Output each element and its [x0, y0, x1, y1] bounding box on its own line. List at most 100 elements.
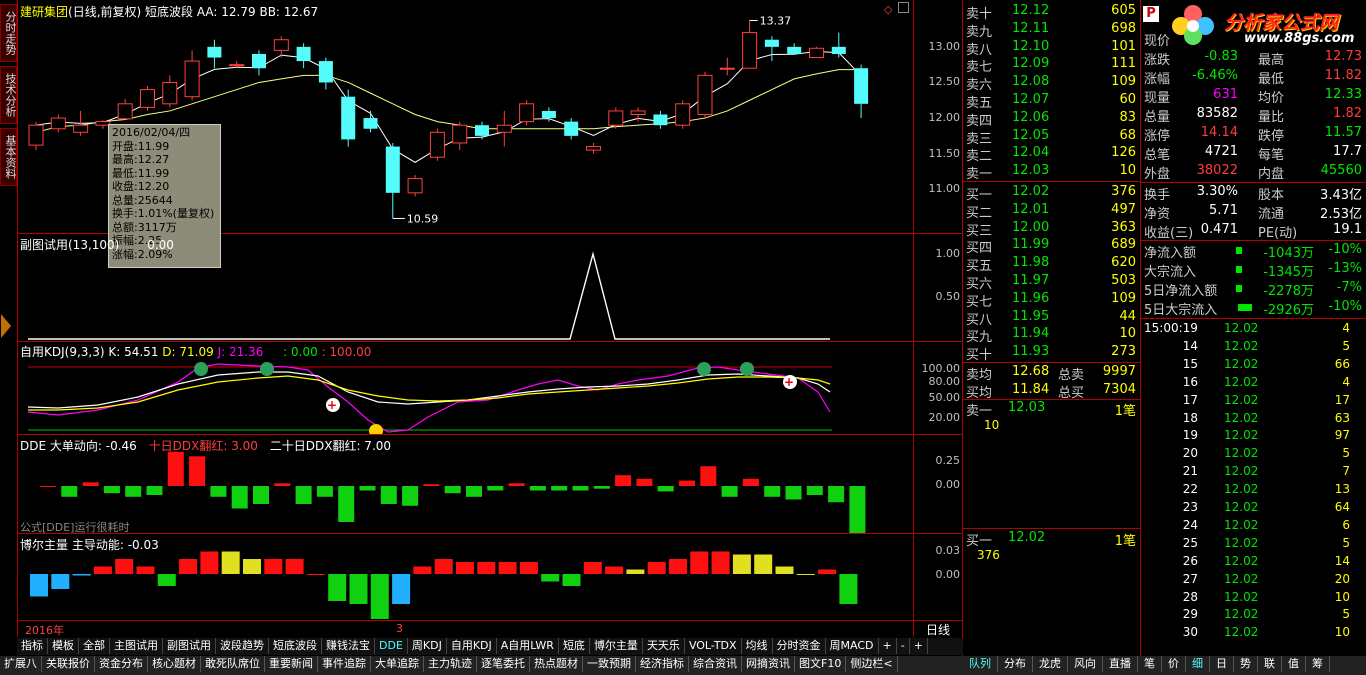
right-tab[interactable]: 细: [1186, 656, 1210, 672]
period-label[interactable]: 日线: [926, 621, 950, 638]
info-tab[interactable]: 主力轨迹: [424, 656, 477, 672]
buy-level-row[interactable]: 买六 11.97 503: [966, 273, 1140, 292]
side-tab-2[interactable]: 基本资料: [0, 128, 17, 186]
sell-level-row[interactable]: 卖七 12.09 111: [966, 56, 1140, 75]
p-icon[interactable]: P: [1143, 6, 1159, 22]
info-tab[interactable]: 综合资讯: [689, 656, 742, 672]
dde-bar: [487, 486, 504, 491]
sell-level-row[interactable]: 卖五 12.07 60: [966, 92, 1140, 111]
indicator-tab[interactable]: 周MACD: [825, 638, 879, 654]
right-tab[interactable]: 价: [1162, 656, 1186, 672]
tab-scroll-button[interactable]: +: [909, 638, 928, 654]
right-tab[interactable]: 筹: [1306, 656, 1330, 672]
buy-level-row[interactable]: 买九 11.94 10: [966, 326, 1140, 345]
sell-level-row[interactable]: 卖九 12.11 698: [966, 21, 1140, 40]
info-tab[interactable]: 敢死队席位: [201, 656, 265, 672]
dde-bar: [529, 486, 546, 491]
indicator-tab[interactable]: 全部: [79, 638, 110, 654]
dde-bar: [316, 486, 333, 497]
buy-level-row[interactable]: 买八 11.95 44: [966, 309, 1140, 328]
indicator-tab[interactable]: 分时资金: [772, 638, 826, 654]
sell-level-row[interactable]: 卖一 12.03 10: [966, 163, 1140, 182]
buy-level-row[interactable]: 买十 11.93 273: [966, 344, 1140, 363]
indicator-tab[interactable]: 模板: [48, 638, 79, 654]
info-tab[interactable]: 大单追踪: [371, 656, 424, 672]
dde-bar: [295, 486, 312, 504]
sell-level-row[interactable]: 卖二 12.04 126: [966, 145, 1140, 164]
maximize-icon[interactable]: [898, 2, 909, 13]
candle-body: [184, 60, 200, 98]
buy-queue-row[interactable]: 买一 12.02 1笔: [966, 530, 1140, 549]
boer-bar: [306, 574, 325, 575]
side-tab-0[interactable]: 分时走势: [0, 4, 17, 62]
right-tab[interactable]: 直播: [1103, 656, 1138, 672]
indicator-tab[interactable]: 短底: [558, 638, 590, 654]
indicator-tab[interactable]: 博尔主量: [589, 638, 643, 654]
indicator-tab[interactable]: 天天乐: [642, 638, 685, 654]
indicator-tab[interactable]: A自用LWR: [496, 638, 559, 654]
info-tab[interactable]: 热点题材: [530, 656, 583, 672]
indicator-tab[interactable]: 赚钱法宝: [322, 638, 375, 654]
buy-level-row[interactable]: 买五 11.98 620: [966, 255, 1140, 274]
right-tab[interactable]: 分布: [998, 656, 1033, 672]
right-tab[interactable]: 风向: [1068, 656, 1103, 672]
info-tab[interactable]: 重要新闻: [265, 656, 318, 672]
stat-row: 外盘 38022 内盘 45560: [1144, 163, 1362, 182]
indicator-tab[interactable]: 指标: [17, 638, 48, 654]
sell-level-row[interactable]: 卖四 12.06 83: [966, 110, 1140, 129]
info-tab[interactable]: 逐笔委托: [477, 656, 530, 672]
buy-level-row[interactable]: 买二 12.01 497: [966, 202, 1140, 221]
tab-scroll-button[interactable]: -: [896, 638, 910, 654]
sell-level-row[interactable]: 卖六 12.08 109: [966, 74, 1140, 93]
sell-level-row[interactable]: 卖十 12.12 605: [966, 3, 1140, 22]
collapse-arrow-icon[interactable]: [1, 314, 11, 338]
info-tab[interactable]: 扩展八: [0, 656, 42, 672]
buy-level-row[interactable]: 买四 11.99 689: [966, 237, 1140, 256]
right-tab[interactable]: 队列: [963, 656, 998, 672]
indicator-tab[interactable]: 自用KDJ: [446, 638, 497, 654]
info-tab[interactable]: 核心题材: [148, 656, 201, 672]
candle-body: [475, 125, 489, 136]
indicator-tab[interactable]: 周KDJ: [407, 638, 447, 654]
indicator-tab[interactable]: 短底波段: [269, 638, 322, 654]
buy-level-row[interactable]: 买七 11.96 109: [966, 291, 1140, 310]
sell-level-row[interactable]: 卖八 12.10 101: [966, 39, 1140, 58]
indicator-tab[interactable]: 副图试用: [163, 638, 216, 654]
svg-text:+: +: [327, 398, 337, 412]
buy-level-row[interactable]: 买三 12.00 363: [966, 220, 1140, 239]
right-tab[interactable]: 日: [1210, 656, 1234, 672]
tick-row: 21 12.02 7: [1182, 464, 1350, 479]
flow-bar: [1238, 304, 1252, 311]
buy-level-row[interactable]: 买一 12.02 376: [966, 184, 1140, 203]
right-tab[interactable]: 值: [1282, 656, 1306, 672]
tab-scroll-button[interactable]: +: [878, 638, 897, 654]
right-tab[interactable]: 笔: [1138, 656, 1162, 672]
info-tab[interactable]: 资金分布: [95, 656, 148, 672]
side-tab-1[interactable]: 技术分析: [0, 66, 17, 124]
indicator-tab[interactable]: DDE: [375, 638, 408, 654]
info-tab-right[interactable]: 图文F10: [795, 656, 847, 672]
right-tab[interactable]: 势: [1234, 656, 1258, 672]
info-tab[interactable]: 网摘资讯: [742, 656, 795, 672]
indicator-tab[interactable]: 波段趋势: [216, 638, 269, 654]
info-tab-right[interactable]: 侧边栏<: [846, 656, 898, 672]
indicator-tab[interactable]: VOL-TDX: [684, 638, 742, 654]
tick-row: 17 12.02 17: [1182, 392, 1350, 407]
candle-body: [608, 110, 624, 126]
boer-bar: [392, 574, 411, 604]
info-tab[interactable]: 关联报价: [42, 656, 95, 672]
dde-bar: [572, 486, 589, 491]
info-tab[interactable]: 事件追踪: [318, 656, 371, 672]
sell-level-row[interactable]: 卖三 12.05 68: [966, 128, 1140, 147]
low-price-label: 10.59: [407, 212, 439, 225]
tooltip-line: 收盘:12.20: [112, 180, 170, 193]
indicator-tab[interactable]: 均线: [741, 638, 773, 654]
info-tab[interactable]: 经济指标: [636, 656, 689, 672]
flow-bar: [1236, 285, 1242, 292]
right-tab[interactable]: 龙虎: [1033, 656, 1068, 672]
sell-queue-row[interactable]: 卖一 12.03 1笔: [966, 400, 1140, 419]
info-tab[interactable]: 一致预期: [583, 656, 636, 672]
indicator-tab[interactable]: 主图试用: [110, 638, 163, 654]
right-tab[interactable]: 联: [1258, 656, 1282, 672]
flow-bar: [1236, 247, 1242, 254]
